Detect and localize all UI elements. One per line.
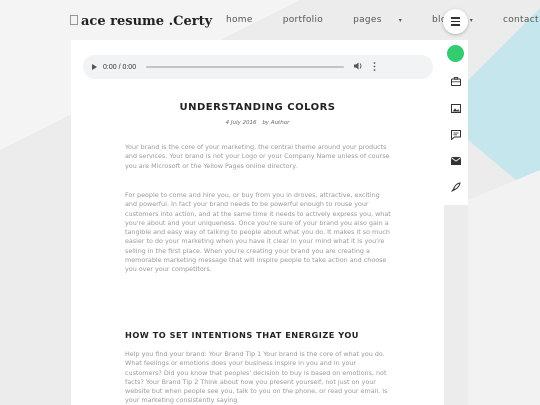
nav-item-pages[interactable]: pages ▾ xyxy=(353,15,417,25)
play-icon[interactable] xyxy=(92,64,97,70)
audio-progress-track[interactable] xyxy=(146,66,345,68)
nav-item-portfolio[interactable]: portfolio xyxy=(283,15,338,25)
audio-player[interactable]: 0:00 / 0:00 xyxy=(83,55,433,79)
hamburger-icon-line xyxy=(451,20,460,23)
site-header: ace resume .Certy home portfolio pages ▾ … xyxy=(70,0,538,40)
image-icon[interactable] xyxy=(447,99,465,117)
article-meta: 4 July 2016 by Author xyxy=(71,120,444,126)
article-author[interactable]: by Author xyxy=(262,120,289,126)
article-paragraph: For people to come and hire you, or buy … xyxy=(125,191,391,274)
main-nav: home portfolio pages▾ blog▾ contact xyxy=(226,15,540,25)
hamburger-icon-line xyxy=(451,24,460,26)
status-dot-icon[interactable] xyxy=(447,45,464,62)
nav-item-label: pages xyxy=(353,15,382,25)
nav-item-contact[interactable]: contact xyxy=(503,15,540,25)
right-sidebar xyxy=(444,40,468,205)
nav-item-label: home xyxy=(226,15,253,25)
nav-item-label: portfolio xyxy=(282,15,324,25)
broken-image-icon xyxy=(70,14,78,25)
nav-item-home[interactable]: home xyxy=(226,15,268,25)
article-title: UNDERSTANDING COLORS xyxy=(179,102,336,113)
caret-down-icon: ▾ xyxy=(398,17,403,24)
chat-icon[interactable] xyxy=(447,126,465,144)
briefcase-icon[interactable] xyxy=(447,72,465,90)
article-subheading: HOW TO SET INTENTIONS THAT ENERGIZE YOU xyxy=(125,330,359,340)
nav-item-label: contact xyxy=(503,15,539,25)
pen-icon[interactable] xyxy=(447,178,465,196)
article-date: 4 July 2016 xyxy=(225,120,257,126)
site-logo[interactable]: ace resume .Certy xyxy=(70,14,212,29)
article-card: 0:00 / 0:00 UNDERSTANDING COLORS 4 July … xyxy=(71,40,444,405)
volume-icon[interactable] xyxy=(354,62,363,72)
audio-time: 0:00 / 0:00 xyxy=(103,63,137,71)
envelope-icon[interactable] xyxy=(447,152,465,170)
logo-alt-text: ace resume .Certy xyxy=(81,14,213,29)
more-options-icon[interactable] xyxy=(373,61,376,73)
caret-down-icon: ▾ xyxy=(469,17,473,24)
article-paragraph: Help you find your brand: Your Brand Tip… xyxy=(125,350,388,405)
hamburger-menu-button[interactable] xyxy=(443,9,468,34)
hamburger-icon xyxy=(451,17,460,19)
article-paragraph: Your brand is the core of your marketing… xyxy=(125,143,390,170)
